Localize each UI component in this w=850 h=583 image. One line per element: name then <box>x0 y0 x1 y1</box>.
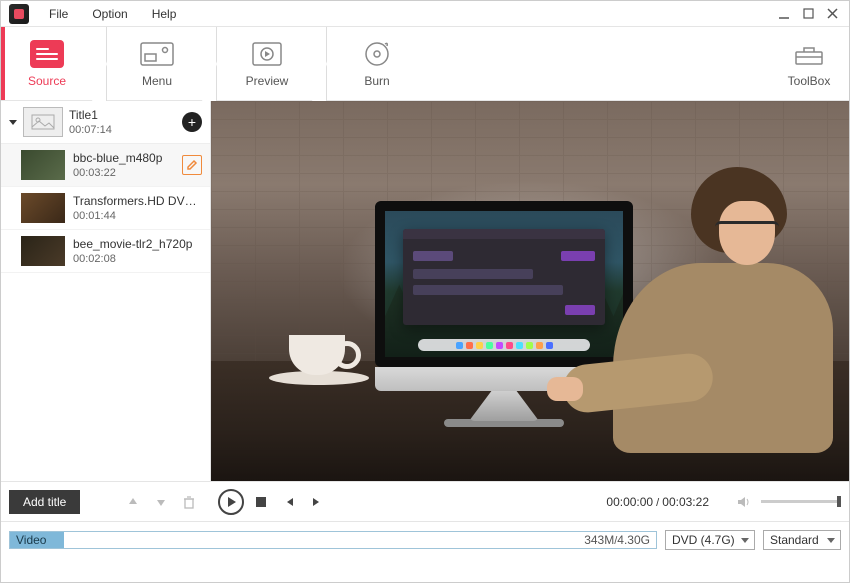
preview-frame <box>211 101 849 481</box>
tab-burn[interactable]: Burn <box>331 27 423 100</box>
tab-label: Burn <box>364 74 389 88</box>
app-icon <box>9 4 29 24</box>
toolbox-label: ToolBox <box>788 74 831 88</box>
source-icon <box>30 40 64 68</box>
clip-item[interactable]: bbc-blue_m480p 00:03:22 <box>1 144 210 187</box>
play-icon <box>228 497 236 507</box>
menu-option[interactable]: Option <box>80 1 139 26</box>
tab-preview[interactable]: Preview <box>221 27 313 100</box>
minimize-button[interactable] <box>773 5 795 23</box>
stop-button[interactable] <box>250 491 272 513</box>
title-duration: 00:07:14 <box>69 124 176 136</box>
volume-slider[interactable] <box>761 500 841 503</box>
prev-button[interactable] <box>278 491 300 513</box>
play-button[interactable] <box>218 489 244 515</box>
menu-template-icon <box>140 40 174 68</box>
controls-bar: Add title 00:00:00 / 00:03:22 <box>1 481 849 521</box>
window-controls <box>773 5 843 23</box>
tab-source[interactable]: Source <box>1 27 93 100</box>
close-button[interactable] <box>821 5 843 23</box>
move-down-button[interactable] <box>150 491 172 513</box>
title-name: Title1 <box>69 108 176 122</box>
collapse-icon[interactable] <box>9 120 17 125</box>
burn-icon <box>363 40 391 68</box>
tab-label: Menu <box>142 74 172 88</box>
clip-name: Transformers.HD DVD... <box>73 194 202 208</box>
tab-label: Preview <box>246 74 289 88</box>
clip-duration: 00:02:08 <box>73 253 202 265</box>
capacity-label: Video <box>10 532 64 548</box>
menubar: File Option Help <box>1 1 849 27</box>
capacity-text: 343M/4.30G <box>584 533 656 547</box>
clip-item[interactable]: Transformers.HD DVD... 00:01:44 <box>1 187 210 230</box>
volume-icon <box>733 491 755 513</box>
maximize-button[interactable] <box>797 5 819 23</box>
menu-help[interactable]: Help <box>140 1 189 26</box>
delete-button[interactable] <box>178 491 200 513</box>
move-up-button[interactable] <box>122 491 144 513</box>
clip-name: bee_movie-tlr2_h720p <box>73 237 202 251</box>
tab-separator <box>203 27 221 100</box>
toolbox-button[interactable]: ToolBox <box>769 27 849 100</box>
clip-duration: 00:03:22 <box>73 167 174 179</box>
quality-select[interactable]: Standard <box>763 530 841 550</box>
add-clip-button[interactable]: + <box>182 112 202 132</box>
toolbox-icon <box>794 40 824 68</box>
clip-duration: 00:01:44 <box>73 210 202 222</box>
workflow-tabs: Source Menu Preview Burn ToolBox <box>1 27 849 101</box>
menu-file[interactable]: File <box>37 1 80 26</box>
clip-name: bbc-blue_m480p <box>73 151 174 165</box>
clip-thumbnail <box>21 236 65 266</box>
playback-time: 00:00:00 / 00:03:22 <box>606 495 709 509</box>
disc-type-select[interactable]: DVD (4.7G) <box>665 530 755 550</box>
title-thumbnail <box>23 107 63 137</box>
title-group[interactable]: Title1 00:07:14 + <box>1 101 210 144</box>
clip-item[interactable]: bee_movie-tlr2_h720p 00:02:08 <box>1 230 210 273</box>
clip-thumbnail <box>21 193 65 223</box>
next-button[interactable] <box>306 491 328 513</box>
tab-menu[interactable]: Menu <box>111 27 203 100</box>
edit-clip-button[interactable] <box>182 155 202 175</box>
preview-icon <box>252 40 282 68</box>
tab-separator <box>93 27 111 100</box>
clip-thumbnail <box>21 150 65 180</box>
source-sidebar: Title1 00:07:14 + bbc-blue_m480p 00:03:2… <box>1 101 211 481</box>
add-title-button[interactable]: Add title <box>9 490 80 514</box>
bottom-bar: Video 343M/4.30G DVD (4.7G) Standard <box>1 521 849 557</box>
tab-separator <box>313 27 331 100</box>
content-area: Title1 00:07:14 + bbc-blue_m480p 00:03:2… <box>1 101 849 481</box>
volume-control[interactable] <box>733 491 841 513</box>
tab-label: Source <box>28 74 66 88</box>
video-preview[interactable] <box>211 101 849 481</box>
disc-capacity-bar: Video 343M/4.30G <box>9 531 657 549</box>
